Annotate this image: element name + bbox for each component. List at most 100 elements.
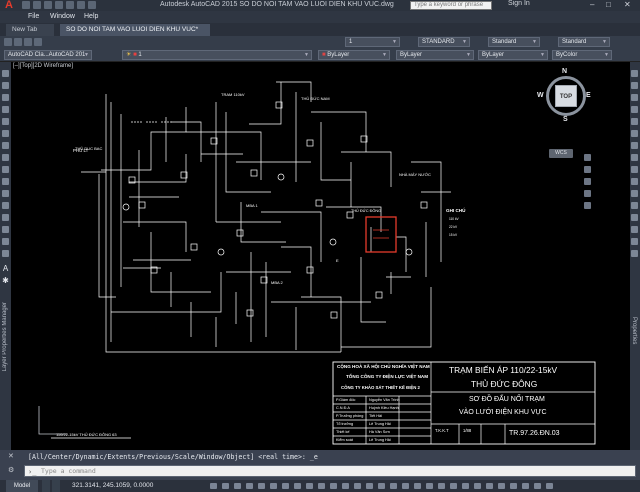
dynamic-ucs-icon[interactable] (378, 483, 385, 489)
open-file-icon[interactable] (33, 1, 41, 9)
viewcube-south[interactable]: S (563, 116, 568, 123)
viewcube-north[interactable]: N (562, 68, 567, 75)
lineweight-combo[interactable]: ByLayer ▼ (478, 50, 548, 60)
model-space-icon[interactable] (210, 483, 217, 489)
selection-filter-icon[interactable] (390, 483, 397, 489)
grid-icon[interactable] (222, 483, 229, 489)
isolate-objects-icon[interactable] (510, 483, 517, 489)
gradient-tool-icon[interactable] (2, 226, 9, 233)
viewport-controls[interactable]: [–][Top][2D Wireframe] (13, 63, 73, 69)
sign-in-link[interactable]: Sign In (508, 0, 530, 7)
circle-tool-icon[interactable] (2, 130, 9, 137)
modify-tool-icon[interactable] (631, 70, 638, 77)
annotation-monitor-icon[interactable] (462, 483, 469, 489)
ellipse-tool-icon[interactable] (2, 166, 9, 173)
autocad-logo-icon[interactable]: A (2, 0, 16, 11)
infer-constraints-icon[interactable] (246, 483, 253, 489)
undo-icon[interactable] (77, 1, 85, 9)
spline-tool-icon[interactable] (2, 154, 9, 161)
lock-icon[interactable] (34, 38, 42, 46)
viewcube[interactable]: N E S W TOP WCS (537, 68, 591, 158)
annotation-visibility-icon[interactable] (414, 483, 421, 489)
sun-icon[interactable] (24, 38, 32, 46)
make-block-icon[interactable] (2, 190, 9, 197)
selection-cycling-icon[interactable] (354, 483, 361, 489)
pan-icon[interactable] (584, 166, 591, 173)
menu-help[interactable]: Help (84, 13, 98, 20)
move-tool-icon[interactable] (631, 130, 638, 137)
revcloud-tool-icon[interactable] (2, 142, 9, 149)
line-tool-icon[interactable] (2, 70, 9, 77)
tab-new[interactable]: New Tab (6, 24, 54, 36)
dynamic-input-icon[interactable] (258, 483, 265, 489)
viewcube-top-face[interactable]: TOP (555, 85, 577, 107)
menu-window[interactable]: Window (50, 13, 75, 20)
ortho-icon[interactable] (270, 483, 277, 489)
viewcube-east[interactable]: E (586, 92, 591, 99)
viewcube-west[interactable]: W (537, 92, 544, 99)
redo-icon[interactable] (88, 1, 96, 9)
text-style-combo[interactable]: STANDARD ▼ (418, 37, 470, 47)
isodraft-icon[interactable] (294, 483, 301, 489)
table-tool-icon[interactable] (2, 250, 9, 257)
linetype-combo[interactable]: ByLayer ▼ (396, 50, 474, 60)
menu-file[interactable]: File (28, 13, 39, 20)
showmotion-icon[interactable] (584, 202, 591, 209)
insert-block-icon[interactable] (2, 178, 9, 185)
properties-palette-tab[interactable]: Properties (631, 317, 637, 344)
array-tool-icon[interactable] (631, 118, 638, 125)
zoom-icon[interactable] (584, 178, 591, 185)
break-tool-icon[interactable] (631, 202, 638, 209)
model-tab[interactable]: Model (6, 480, 38, 492)
extend-tool-icon[interactable] (631, 190, 638, 197)
dim-style-combo[interactable]: Standard ▼ (488, 37, 540, 47)
command-customize-icon[interactable]: ⚙ (8, 466, 14, 474)
command-close-icon[interactable]: ✕ (8, 452, 14, 460)
coordinates-readout[interactable]: 321.3141, 245.1059, 0.0000 (72, 482, 153, 489)
transparency-icon[interactable] (342, 483, 349, 489)
command-input[interactable]: ›_ Type a command (24, 465, 636, 477)
chamfer-tool-icon[interactable] (631, 226, 638, 233)
layout-tab-1[interactable] (42, 480, 50, 492)
hatch-tool-icon[interactable] (2, 214, 9, 221)
offset-tool-icon[interactable] (631, 106, 638, 113)
mtext-tool-icon[interactable]: A (1, 264, 10, 273)
lineweight-icon[interactable] (330, 483, 337, 489)
region-tool-icon[interactable] (2, 238, 9, 245)
gizmo-icon[interactable] (402, 483, 409, 489)
workspace-combo[interactable]: AutoCAD Cla...AutoCAD 201 ▼ (4, 50, 92, 60)
table-style-combo[interactable]: Standard ▼ (558, 37, 610, 47)
workspace-switch-icon[interactable] (450, 483, 457, 489)
copy-tool-icon[interactable] (631, 82, 638, 89)
fillet-tool-icon[interactable] (631, 238, 638, 245)
close-button[interactable]: ✕ (624, 0, 631, 9)
mirror-tool-icon[interactable] (631, 94, 638, 101)
object-snap-tracking-icon[interactable] (306, 483, 313, 489)
graphics-performance-icon[interactable] (522, 483, 529, 489)
clean-screen-icon[interactable] (534, 483, 541, 489)
join-tool-icon[interactable] (631, 214, 638, 221)
point-tool-icon[interactable] (2, 202, 9, 209)
steering-wheel-icon[interactable] (584, 154, 591, 161)
rectangle-tool-icon[interactable] (2, 106, 9, 113)
layer-props-icon[interactable] (4, 38, 12, 46)
add-selected-icon[interactable]: ✱ (1, 276, 10, 285)
orbit-icon[interactable] (584, 190, 591, 197)
search-input[interactable]: Type a keyword or phrase (410, 1, 492, 10)
layer-state-icon[interactable] (14, 38, 22, 46)
scale-tool-icon[interactable] (631, 154, 638, 161)
snap-icon[interactable] (234, 483, 241, 489)
minimize-button[interactable]: – (590, 0, 594, 9)
save-as-icon[interactable] (55, 1, 63, 9)
3d-osnap-icon[interactable] (366, 483, 373, 489)
layout-tab-2[interactable] (52, 480, 60, 492)
maximize-button[interactable]: □ (606, 0, 611, 9)
rotate-tool-icon[interactable] (631, 142, 638, 149)
new-file-icon[interactable] (22, 1, 30, 9)
object-snap-icon[interactable] (318, 483, 325, 489)
current-layer-combo[interactable]: ☀ ■ 1 ▼ (122, 50, 312, 60)
save-icon[interactable] (44, 1, 52, 9)
units-icon[interactable] (474, 483, 481, 489)
trim-tool-icon[interactable] (631, 178, 638, 185)
tab-drawing[interactable]: SO DO NOI TAM VAO LUOI DIEN KHU VUC* (60, 24, 210, 36)
